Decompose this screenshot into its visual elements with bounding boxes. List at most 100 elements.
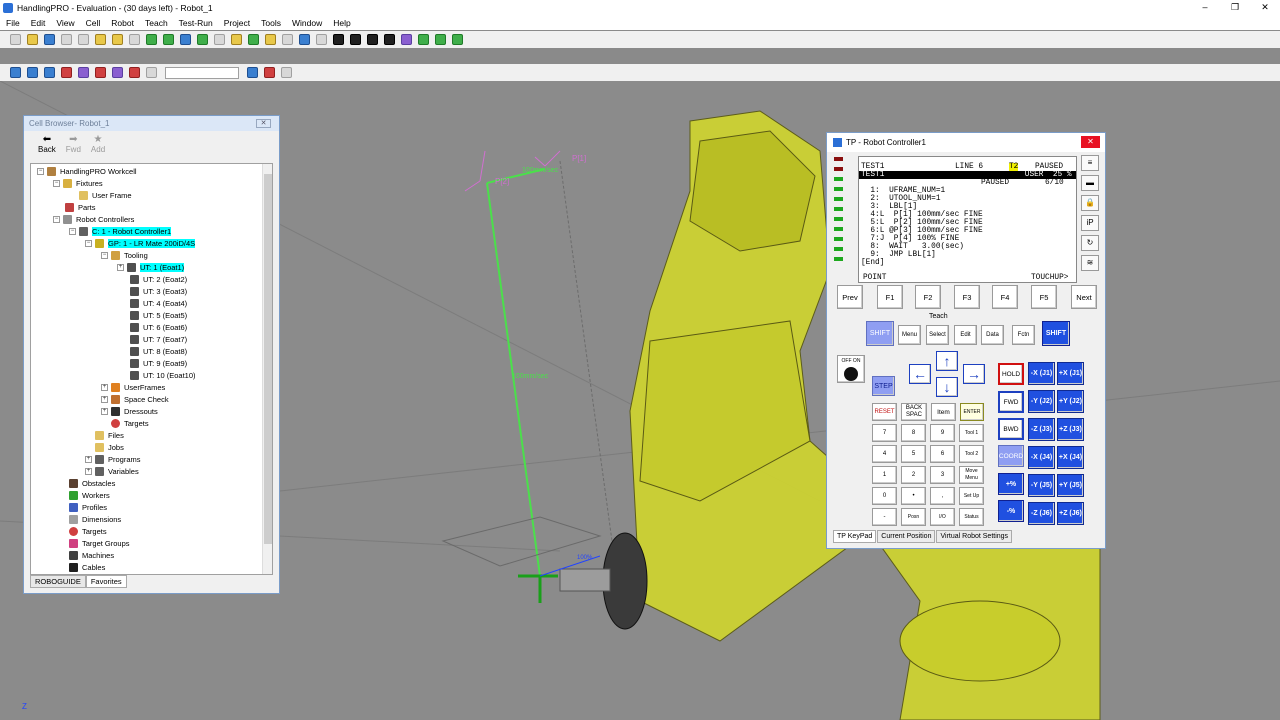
tab-favorites[interactable]: Favorites	[85, 575, 127, 588]
select-key[interactable]: Select	[926, 325, 949, 345]
program-line[interactable]: 4:L P[1] 100mm/sec FINE	[861, 211, 982, 219]
help-icon[interactable]	[112, 34, 123, 45]
jog-minus-rz-key[interactable]: -Z (J6)	[1028, 502, 1055, 525]
tree-node[interactable]: UT: 7 (Eoat7)	[130, 334, 187, 345]
program-icon[interactable]	[231, 34, 242, 45]
key-3[interactable]: 3	[930, 466, 955, 484]
key-7[interactable]: 7	[872, 424, 897, 442]
deadman-switch[interactable]: OFF ON	[837, 355, 865, 383]
shift-left-key[interactable]: SHIFT	[866, 321, 894, 346]
menu-icon[interactable]: ≡	[1081, 155, 1099, 171]
open-icon[interactable]	[27, 34, 38, 45]
f5-key[interactable]: F5	[1031, 285, 1057, 309]
key-4[interactable]: 4	[872, 445, 897, 463]
menu-test-run[interactable]: Test-Run	[179, 18, 213, 28]
tree-node[interactable]: Obstacles	[69, 478, 115, 489]
plot-icon[interactable]	[435, 34, 446, 45]
tree-node[interactable]: UT: 2 (Eoat2)	[130, 274, 187, 285]
tree-node[interactable]: Jobs	[95, 442, 124, 453]
status-key[interactable]: Status	[959, 508, 984, 526]
tab-roboguide[interactable]: ROBOGUIDE	[30, 575, 86, 588]
program-line[interactable]: 2: UTOOL_NUM=1	[861, 195, 940, 203]
io-key[interactable]: I/O	[930, 508, 955, 526]
axis-icon[interactable]	[61, 67, 72, 78]
collapse-icon[interactable]: −	[37, 168, 44, 175]
edit-key[interactable]: Edit	[954, 325, 977, 345]
cell-browser-close-button[interactable]: ✕	[256, 119, 271, 128]
arrow-down-key[interactable]: ↓	[936, 377, 958, 397]
key-2[interactable]: 2	[901, 466, 926, 484]
grid-icon[interactable]	[264, 67, 275, 78]
program-line[interactable]: 7:J P[4] 100% FINE	[861, 235, 959, 243]
view-dropdown[interactable]	[165, 66, 239, 79]
menu-project[interactable]: Project	[224, 18, 250, 28]
prev-key[interactable]: Prev	[837, 285, 863, 309]
tree-node[interactable]: UT: 3 (Eoat3)	[130, 286, 187, 297]
menu-key[interactable]: Menu	[898, 325, 921, 345]
tree-node[interactable]: Targets	[111, 418, 149, 429]
record-icon[interactable]	[316, 34, 327, 45]
stop-icon[interactable]	[367, 34, 378, 45]
zoom-box-icon[interactable]	[44, 67, 55, 78]
tp-close-button[interactable]: ✕	[1081, 136, 1100, 148]
f1-key[interactable]: F1	[877, 285, 903, 309]
tp-icon[interactable]	[299, 34, 310, 45]
scroll-icon[interactable]: ≋	[1081, 255, 1099, 271]
hold-key[interactable]: HOLD	[998, 363, 1024, 385]
teach-icon[interactable]	[248, 34, 259, 45]
graph-icon[interactable]	[452, 34, 463, 45]
program-line[interactable]: 8: WAIT 3.00(sec)	[861, 243, 964, 251]
program-line-current[interactable]: 6:L @P[3] 100mm/sec FINE	[861, 227, 982, 235]
frame-icon[interactable]	[197, 34, 208, 45]
menu-tools[interactable]: Tools	[261, 18, 281, 28]
bwd-key[interactable]: BWD	[998, 418, 1024, 440]
jog-minus-y-key[interactable]: -Y (J2)	[1028, 390, 1055, 413]
expand-icon[interactable]: +	[117, 264, 124, 271]
arrow-left-key[interactable]: ←	[909, 364, 931, 384]
jog-minus-ry-key[interactable]: -Y (J5)	[1028, 474, 1055, 497]
data-key[interactable]: Data	[981, 325, 1004, 345]
redo-icon[interactable]	[78, 34, 89, 45]
step-key[interactable]: STEP	[872, 376, 895, 396]
move-icon[interactable]	[265, 34, 276, 45]
menu-edit[interactable]: Edit	[31, 18, 46, 28]
tree-node[interactable]: Target Groups	[69, 538, 130, 549]
key-0[interactable]: 0	[872, 487, 897, 505]
program-line[interactable]: 9: JMP LBL[1]	[861, 251, 936, 259]
jog-plus-ry-key[interactable]: +Y (J5)	[1057, 474, 1084, 497]
undo-icon[interactable]	[61, 34, 72, 45]
tree-node[interactable]: + UT: 1 (Eoat1)	[117, 262, 185, 273]
tree-node[interactable]: − Fixtures	[53, 178, 103, 189]
tree-node[interactable]: + UserFrames	[101, 382, 165, 393]
rotate-icon[interactable]	[112, 67, 123, 78]
backspace-key[interactable]: BACK SPAC	[901, 403, 927, 421]
menu-view[interactable]: View	[56, 18, 74, 28]
tool-icon[interactable]	[163, 34, 174, 45]
tab-virtual-robot-settings[interactable]: Virtual Robot Settings	[936, 530, 1013, 543]
lock-icon[interactable]: 🔒	[1081, 195, 1099, 211]
program-line[interactable]: 3: LBL[1]	[861, 203, 917, 211]
jog-icon[interactable]	[282, 34, 293, 45]
tree-scroll-thumb[interactable]	[264, 174, 272, 544]
tab-tp-keypad[interactable]: TP KeyPad	[833, 530, 877, 543]
expand-icon[interactable]: +	[101, 384, 108, 391]
zoom-icon[interactable]	[10, 67, 21, 78]
run-icon[interactable]	[333, 34, 344, 45]
minimize-button[interactable]: –	[1190, 0, 1220, 15]
fwd-key[interactable]: FWD	[998, 391, 1024, 413]
key-dot[interactable]: •	[901, 487, 926, 505]
tool2-key[interactable]: Tool 2	[959, 445, 984, 463]
jog-plus-x-key[interactable]: +X (J1)	[1057, 362, 1084, 385]
hand-icon[interactable]	[95, 34, 106, 45]
online-icon[interactable]	[180, 34, 191, 45]
key-6[interactable]: 6	[930, 445, 955, 463]
tree-node[interactable]: − C: 1 - Robot Controller1	[69, 226, 172, 237]
posn-key[interactable]: Posn	[901, 508, 926, 526]
jog-minus-rx-key[interactable]: -X (J4)	[1028, 446, 1055, 469]
tp-screen[interactable]: TEST1 LINE 6 T2 PAUSED TEST1 USER 25 % P…	[858, 156, 1077, 283]
tree-node[interactable]: Cables	[69, 562, 105, 573]
reset-icon[interactable]	[401, 34, 412, 45]
tree-node[interactable]: User Frame	[79, 190, 132, 201]
program-end[interactable]: [End]	[861, 259, 884, 267]
pause-icon[interactable]	[350, 34, 361, 45]
